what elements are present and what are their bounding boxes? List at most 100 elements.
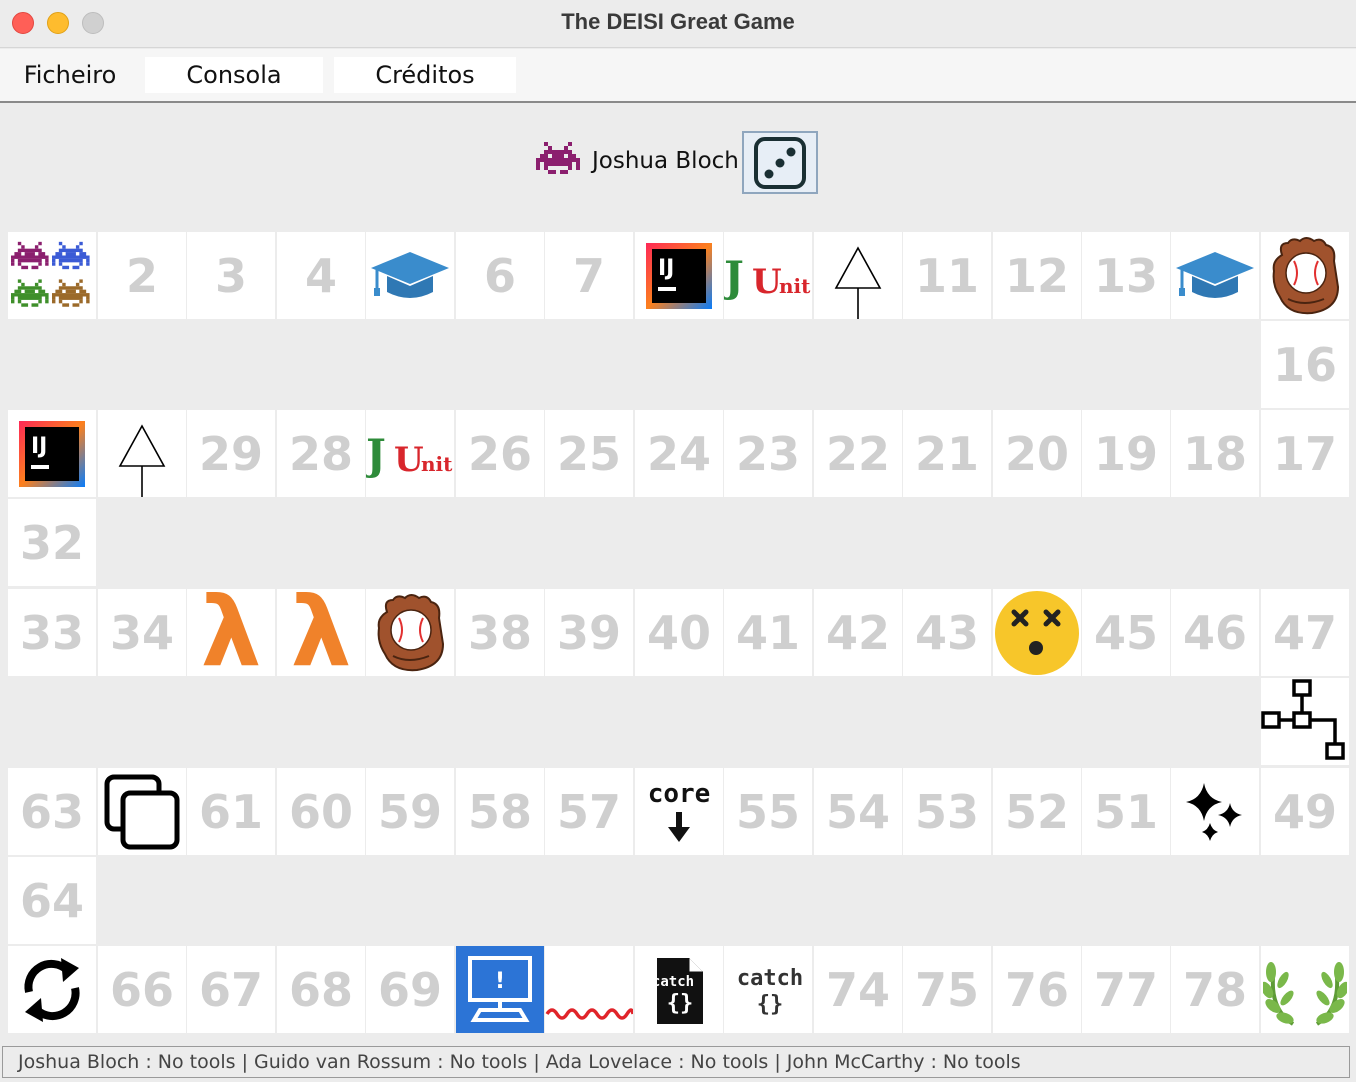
board-cell-42: 42 (814, 589, 902, 676)
board-cell-24: 24 (635, 410, 723, 497)
board-cell-11: 11 (903, 232, 991, 319)
board-cell-9: J U nit (724, 232, 812, 319)
board-cell-62 (98, 768, 186, 855)
board-cell-5 (366, 232, 454, 319)
board-cell-65 (8, 946, 96, 1033)
junit-icon: J U nit (366, 430, 453, 479)
board-cell-47: 47 (1261, 589, 1349, 676)
svg-text:{}: {} (757, 992, 784, 1017)
core-text: core (648, 779, 711, 809)
board-cell-75: 75 (903, 946, 991, 1033)
catch-block-text: catch (737, 966, 803, 991)
board-cell-1 (8, 232, 96, 319)
laurel-wreath-icon (1263, 961, 1347, 1026)
board-cell-10 (814, 232, 902, 319)
sparkles-icon (1186, 782, 1242, 841)
tree-structure-icon (1261, 679, 1345, 760)
board-cell-29: 29 (187, 410, 275, 497)
board-cell-6: 6 (456, 232, 544, 319)
board-cell-3: 3 (187, 232, 275, 319)
board-cell-33: 33 (8, 589, 96, 676)
infinite-loop-icon (24, 957, 80, 1022)
svg-text:{}: {} (667, 991, 694, 1016)
catch-file-text: catch (652, 974, 694, 990)
board-cell-63: 63 (8, 768, 96, 855)
svg-text:nit: nit (421, 452, 453, 476)
svg-text:J: J (366, 430, 386, 479)
junit-icon: J U nit (724, 252, 811, 301)
status-bar: Joshua Bloch : No tools | Guido van Ross… (2, 1046, 1350, 1078)
board-cell-40: 40 (635, 589, 723, 676)
core-dump-icon: core (648, 779, 711, 842)
players-group-icon (11, 241, 90, 307)
board-cell-13: 13 (1082, 232, 1170, 319)
title-bar: The DEISI Great Game (0, 0, 1356, 48)
inheritance-arrow-icon (834, 246, 882, 319)
board-cell-12: 12 (993, 232, 1081, 319)
blue-screen-text: ! (495, 969, 505, 994)
dizzy-face-icon (995, 590, 1079, 675)
board-cell-70: ! (456, 946, 544, 1033)
board-cell-38: 38 (456, 589, 544, 676)
board-cell-66: 66 (98, 946, 186, 1033)
board-cell-61: 61 (187, 768, 275, 855)
graduation-cap-icon (371, 251, 449, 298)
board-cell-73: catch {} (724, 946, 812, 1033)
dice-three-icon (754, 137, 806, 189)
board-cell-51: 51 (1082, 768, 1170, 855)
board-cell-19: 19 (1082, 410, 1170, 497)
board-cell-72: catch {} (635, 946, 723, 1033)
board-cell-56: core (635, 768, 723, 855)
svg-text:U: U (752, 262, 782, 301)
board-cell-30 (98, 410, 186, 497)
board-cell-60: 60 (277, 768, 365, 855)
intellij-text: IJ (31, 434, 47, 459)
current-player-panel: Joshua Bloch (0, 130, 1356, 196)
board-cell-78: 78 (1171, 946, 1259, 1033)
menu-ficheiro[interactable]: Ficheiro (8, 57, 132, 93)
duplicate-icon (104, 774, 180, 849)
board-cell-26: 26 (456, 410, 544, 497)
board-cell-27: J U nit (366, 410, 454, 497)
board-cell-16: 16 (1261, 321, 1349, 408)
board-cell-31: IJ (8, 410, 96, 497)
catch-block-icon: catch {} (737, 966, 803, 1017)
board-cell-71 (545, 946, 633, 1033)
menu-consola[interactable]: Consola (145, 57, 323, 93)
board-cell-67: 67 (187, 946, 275, 1033)
baseball-glove-icon (377, 593, 445, 671)
board-cell-45: 45 (1082, 589, 1170, 676)
board-cell-41: 41 (724, 589, 812, 676)
board-cell-43: 43 (903, 589, 991, 676)
board-cell-68: 68 (277, 946, 365, 1033)
graduation-cap-icon (1176, 251, 1254, 298)
inheritance-arrow-icon (118, 424, 166, 497)
svg-text:J: J (724, 252, 744, 301)
purple-invader-icon (536, 142, 580, 174)
current-player-name: Joshua Bloch (592, 148, 739, 174)
board-cell-15 (1261, 232, 1349, 319)
board-cell-14 (1171, 232, 1259, 319)
board-cell-44 (993, 589, 1081, 676)
board-cell-25: 25 (545, 410, 633, 497)
syntax-error-squiggle-icon (545, 1008, 633, 1020)
board-cell-76: 76 (993, 946, 1081, 1033)
board-cell-35: λ (187, 576, 275, 688)
board-cell-20: 20 (993, 410, 1081, 497)
lambda-icon: λ (200, 576, 262, 688)
svg-text:U: U (394, 440, 424, 479)
board-cell-79 (1261, 946, 1349, 1033)
board-cell-55: 55 (724, 768, 812, 855)
board-cell-58: 58 (456, 768, 544, 855)
intellij-icon: IJ (646, 242, 712, 309)
board-cell-32: 32 (8, 499, 96, 586)
board-cell-57: 57 (545, 768, 633, 855)
roll-dice-button[interactable] (742, 131, 818, 194)
baseball-glove-icon (1272, 236, 1340, 314)
menu-bar: Ficheiro Consola Créditos (0, 49, 1356, 103)
board-cell-48 (1261, 678, 1349, 765)
board-cell-7: 7 (545, 232, 633, 319)
menu-creditos[interactable]: Créditos (334, 57, 516, 93)
board-cell-59: 59 (366, 768, 454, 855)
board-cell-52: 52 (993, 768, 1081, 855)
